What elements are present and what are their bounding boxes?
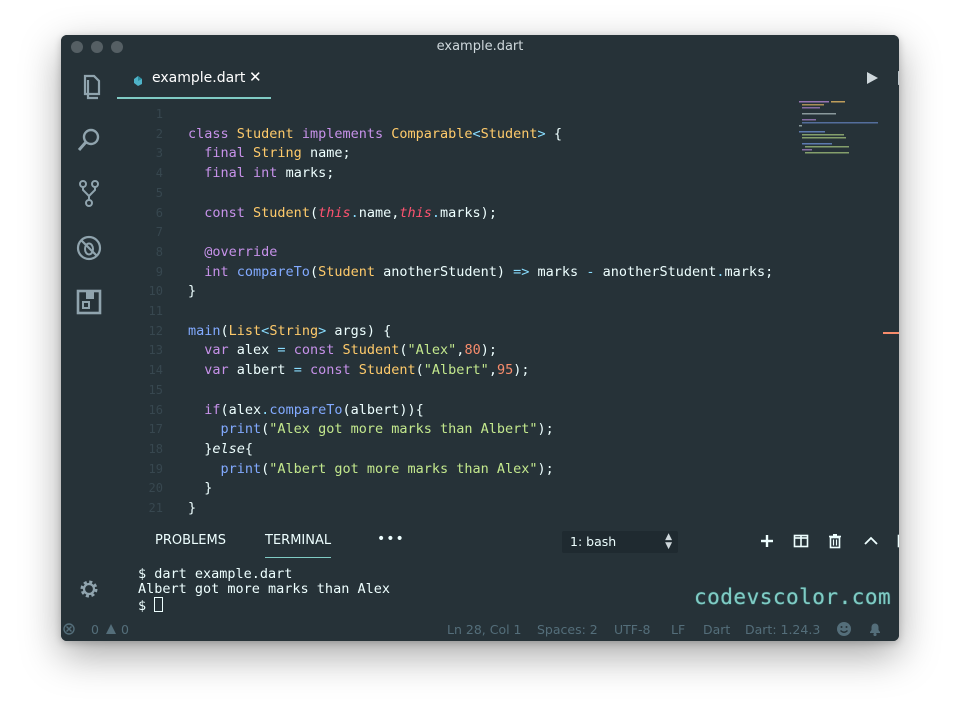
trash-icon[interactable] — [827, 533, 843, 549]
warning-icon[interactable] — [105, 622, 117, 637]
code-text: @override — [204, 243, 278, 260]
select-arrows-icon: ▲ ▼ — [665, 532, 672, 551]
code-text: class Student implements Comparable<Stud… — [188, 125, 562, 142]
tab-label: example.dart — [152, 70, 246, 86]
new-terminal-icon[interactable] — [759, 533, 775, 549]
code-editor[interactable]: 1 2 class Student implements Comparable<St… — [117, 99, 857, 523]
sdk-version[interactable]: Dart: 1.24.3 — [745, 622, 820, 637]
line-number: 1 — [155, 107, 163, 121]
line-number: 10 — [148, 284, 163, 299]
chevron-up-icon[interactable] — [863, 533, 879, 549]
window-title: example.dart — [436, 39, 524, 54]
code-text: var albert = const Student("Albert",95); — [204, 362, 530, 379]
code-text: } — [188, 500, 197, 516]
debug-icon[interactable] — [74, 233, 104, 263]
close-icon[interactable]: ✕ — [249, 68, 262, 86]
tab-terminal[interactable]: TERMINAL — [265, 533, 331, 548]
run-icon[interactable] — [863, 69, 881, 87]
line-number: 12 — [148, 323, 163, 338]
code-text: main(List<String> args) { — [188, 322, 392, 339]
code-text: } — [188, 283, 197, 300]
terminal-line: $ dart example.dart — [138, 566, 293, 582]
code-text: int compareTo(Student anotherStudent) =>… — [204, 263, 774, 280]
toggle-panel-icon[interactable] — [897, 533, 899, 549]
terminal-output[interactable]: $ dart example.dart Albert got more mark… — [138, 567, 698, 617]
cursor-position-marker — [883, 332, 899, 334]
encoding[interactable]: UTF-8 — [614, 622, 650, 637]
error-icon[interactable] — [63, 622, 75, 637]
tab-problems[interactable]: PROBLEMS — [155, 533, 226, 548]
code-text: }else{ — [188, 440, 254, 457]
title-bar: example.dart — [61, 35, 899, 59]
line-number: 21 — [148, 501, 163, 515]
indentation[interactable]: Spaces: 2 — [537, 622, 598, 637]
line-number: 9 — [155, 264, 163, 279]
line-number: 8 — [155, 244, 163, 259]
cursor-position[interactable]: Ln 28, Col 1 — [447, 622, 522, 637]
more-icon[interactable]: ••• — [377, 531, 405, 547]
line-ending[interactable]: LF — [671, 622, 685, 637]
line-number: 11 — [148, 304, 163, 318]
split-terminal-icon[interactable] — [793, 533, 809, 549]
line-number: 2 — [155, 126, 163, 141]
line-number: 13 — [148, 343, 163, 358]
code-text: } — [188, 480, 213, 497]
bell-icon[interactable] — [867, 621, 883, 640]
search-icon[interactable] — [74, 125, 104, 155]
code-text: var alex = const Student("Alex",80); — [204, 342, 506, 359]
extensions-icon[interactable] — [74, 287, 104, 317]
gear-icon[interactable] — [78, 578, 100, 600]
language-mode[interactable]: Dart — [703, 622, 730, 637]
dart-file-icon — [132, 72, 144, 86]
watermark: codevscolor.com — [694, 585, 892, 609]
code-text: print("Albert got more marks than Alex")… — [220, 460, 554, 477]
split-editor-icon[interactable] — [897, 69, 899, 87]
terminal-select[interactable]: 1: bash ▲ ▼ — [562, 531, 678, 553]
explorer-icon[interactable] — [74, 72, 104, 102]
prompt-text: $ — [138, 598, 155, 614]
line-number: 16 — [148, 402, 163, 417]
feedback-smiley-icon[interactable] — [836, 621, 852, 640]
line-number: 6 — [155, 205, 163, 220]
warning-count[interactable]: 0 — [121, 622, 129, 637]
line-number: 4 — [155, 166, 163, 181]
minimap[interactable] — [799, 99, 879, 159]
code-text: print("Alex got more marks than Albert")… — [220, 421, 554, 438]
code-text: final int marks; — [204, 165, 335, 182]
tab-bar: example.dart ✕ — [117, 59, 899, 99]
line-number: 15 — [148, 382, 163, 397]
line-number: 3 — [155, 146, 163, 161]
tab-example-dart[interactable]: example.dart ✕ — [117, 59, 271, 99]
error-count[interactable]: 0 — [91, 622, 99, 637]
line-number: 14 — [148, 363, 163, 378]
code-text: if(alex.compareTo(albert)){ — [204, 401, 424, 418]
activity-bar — [61, 59, 117, 619]
active-tab-indicator — [265, 557, 331, 558]
line-number: 7 — [155, 225, 163, 240]
terminal-select-value: 1: bash — [570, 534, 617, 549]
line-number: 17 — [148, 422, 163, 437]
status-bar: 0 0 Ln 28, Col 1 Spaces: 2 UTF-8 LF Dart… — [61, 619, 899, 641]
line-number: 20 — [148, 481, 163, 496]
terminal-cursor — [154, 597, 164, 612]
code-text: const Student(this.name,this.marks); — [204, 204, 497, 221]
terminal-line: Albert got more marks than Alex — [138, 581, 390, 597]
line-number: 19 — [148, 461, 163, 476]
line-number: 5 — [155, 185, 163, 200]
code-text: final String name; — [204, 145, 351, 162]
source-control-icon[interactable] — [74, 178, 104, 208]
terminal-prompt: $ — [138, 597, 698, 614]
line-number: 18 — [148, 441, 163, 456]
editor-window: example.dart example.dart ✕ 1 2 class St… — [61, 35, 899, 641]
